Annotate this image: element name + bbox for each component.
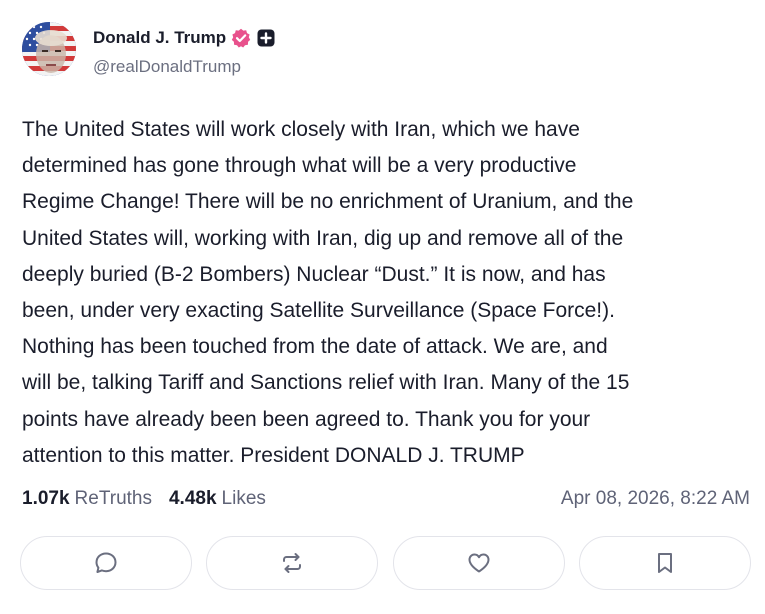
retruth-button[interactable]: [206, 536, 379, 590]
retruths-count[interactable]: 1.07k: [22, 488, 70, 510]
likes-count[interactable]: 4.48k: [169, 488, 217, 510]
avatar-image: [22, 22, 76, 76]
display-name[interactable]: Donald J. Trump: [93, 28, 226, 48]
comment-icon: [95, 552, 117, 573]
bookmark-button[interactable]: [578, 536, 751, 590]
post-text: The United States will work closely with…: [22, 118, 634, 467]
plus-badge-icon: [257, 29, 275, 47]
avatar[interactable]: [22, 22, 76, 76]
like-button[interactable]: [392, 536, 565, 590]
reply-button[interactable]: [20, 536, 192, 590]
post-timestamp: Apr 08, 2026, 8:22 AM: [560, 488, 750, 509]
retruth-icon: [283, 553, 302, 573]
likes-label[interactable]: Likes: [222, 488, 266, 510]
user-handle[interactable]: @realDonaldTrump: [93, 57, 241, 77]
action-bar: [20, 536, 751, 592]
display-name-row: Donald J. Trump: [93, 26, 275, 50]
retruths-label[interactable]: ReTruths: [75, 488, 152, 510]
heart-icon: [468, 553, 490, 573]
verified-badge-icon: [231, 28, 251, 48]
post-stats: 1.07k ReTruths 4.48k Likes: [22, 488, 266, 510]
bookmark-icon: [657, 553, 672, 573]
